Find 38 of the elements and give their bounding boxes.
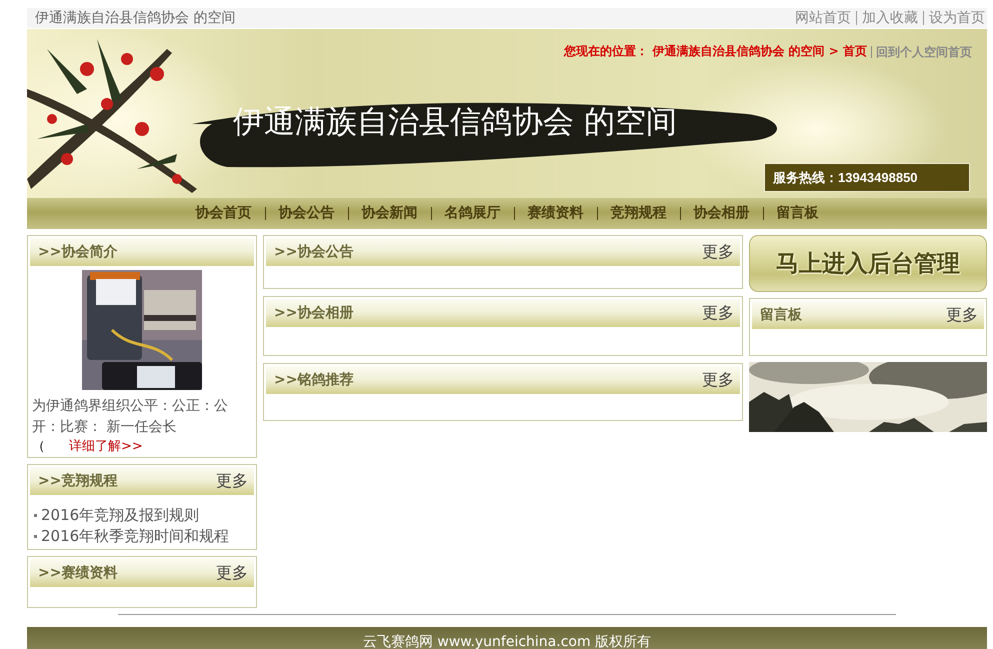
nav-link[interactable]: 竞翔规程 — [596, 207, 680, 220]
panel-title: >>协会相册 — [274, 304, 354, 322]
more-link[interactable]: 更多 — [702, 370, 734, 390]
panel-title: >>协会公告 — [274, 243, 354, 261]
more-link[interactable]: 更多 — [702, 242, 734, 262]
nav-link[interactable]: 赛绩资料 — [514, 207, 596, 220]
more-link[interactable]: 更多 — [216, 562, 248, 584]
more-link[interactable]: 更多 — [216, 470, 248, 492]
banner-title: 伊通满族自治县信鸽协会 的空间 — [233, 103, 677, 142]
nav-link[interactable]: 名鸽展厅 — [430, 207, 514, 220]
bullet-icon — [34, 535, 37, 538]
nav-link[interactable]: 留言板 — [762, 207, 832, 220]
panel-title: 留言板 — [760, 306, 802, 324]
panel-title: >>赛绩资料 — [38, 564, 118, 582]
panel-title: >>铭鸽推荐 — [274, 371, 354, 389]
nav-link[interactable]: 协会首页 — [182, 207, 264, 220]
admin-button[interactable]: 马上进入后台管理 — [749, 235, 987, 292]
more-link[interactable]: 更多 — [946, 304, 978, 326]
hotline-label: 服务热线：13943498850 — [765, 164, 969, 191]
copyright-text: 云飞赛鸽网 www.yunfeichina.com 版权所有 — [362, 633, 652, 649]
panel-title: >>协会简介 — [38, 243, 118, 261]
list-item[interactable]: 2016年竞翔及报到规则 — [34, 505, 254, 526]
detail-link[interactable]: 详细了解>> — [69, 438, 143, 455]
nav-link[interactable]: 协会新闻 — [348, 207, 430, 220]
bullet-icon — [34, 514, 37, 517]
top-link[interactable]: 加入收藏 — [856, 11, 923, 25]
nav-link[interactable]: 协会相册 — [680, 207, 762, 220]
list-item[interactable]: 2016年秋季竞翔时间和规程 — [34, 526, 254, 547]
top-link[interactable]: 设为首页 — [923, 11, 985, 25]
site-title: 伊通满族自治县信鸽协会 的空间 — [35, 9, 236, 27]
more-link[interactable]: 更多 — [702, 302, 734, 324]
back-link[interactable]: 回到个人空间首页 — [871, 46, 972, 58]
bracket-text: （ — [32, 438, 45, 455]
nav-link[interactable]: 协会公告 — [264, 207, 348, 220]
intro-text: 为伊通鸽界组织公平：公正：公开：比赛： 新一任会长 — [31, 397, 229, 437]
breadcrumb: 您现在的位置： 伊通满族自治县信鸽协会 的空间 > 首页 — [564, 43, 868, 60]
panel-title: >>竞翔规程 — [38, 472, 118, 490]
top-link[interactable]: 网站首页 — [790, 11, 856, 25]
